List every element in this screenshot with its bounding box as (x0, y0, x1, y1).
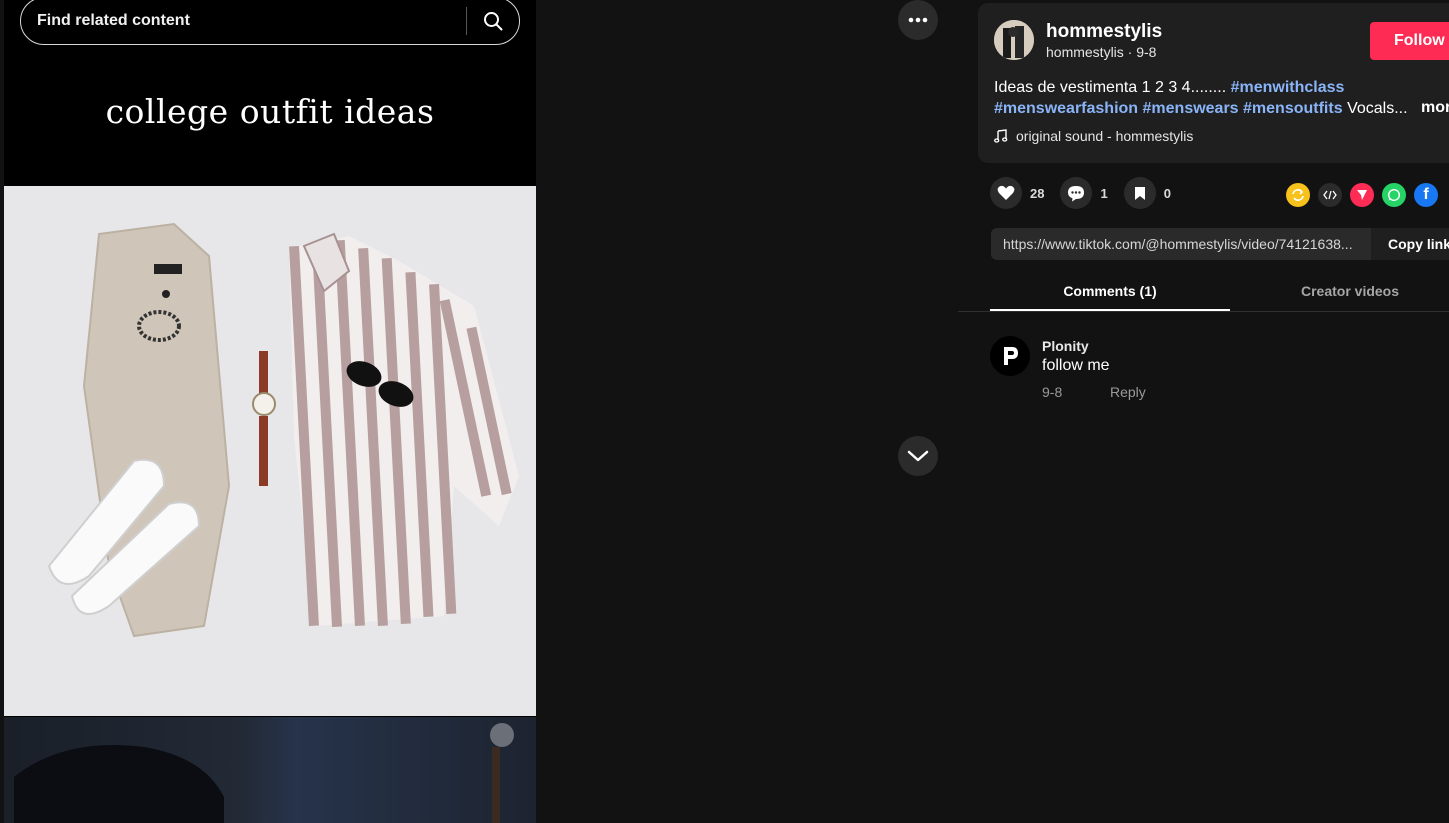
search-input[interactable] (21, 0, 466, 44)
video-info-card: hommestylis hommestylis · 9-8 Follow Ide… (978, 3, 1449, 163)
save-count: 0 (1163, 185, 1171, 201)
tab-comments[interactable]: Comments (1) (990, 272, 1230, 311)
next-video-button[interactable] (898, 436, 938, 476)
video-area: college outfit ideas (0, 0, 958, 823)
embed-icon[interactable] (1318, 183, 1342, 207)
facebook-icon[interactable]: f (1414, 183, 1438, 207)
comment-date: 9-8 (1042, 384, 1063, 400)
bookmark-icon (1134, 186, 1145, 200)
send-glyph (1357, 190, 1367, 200)
side-panel: hommestylis hommestylis · 9-8 Follow Ide… (958, 0, 1449, 823)
share-link-row: https://www.tiktok.com/@hommestylis/vide… (991, 228, 1449, 260)
search-bar (20, 0, 520, 45)
more-options-button[interactable] (898, 0, 938, 40)
comment-count: 1 (1100, 185, 1108, 201)
facebook-glyph: f (1423, 186, 1429, 203)
video-player[interactable]: college outfit ideas (4, 0, 536, 823)
commenter-avatar[interactable] (990, 336, 1030, 376)
follow-button[interactable]: Follow (1370, 22, 1449, 60)
author-name[interactable]: hommestylis (1046, 21, 1162, 43)
video-url[interactable]: https://www.tiktok.com/@hommestylis/vide… (991, 236, 1371, 252)
comment-username[interactable]: Plonity (1042, 338, 1089, 354)
avatar-image (994, 20, 1034, 60)
description-text: Ideas de vestimenta 1 2 3 4........ (994, 79, 1227, 96)
comment-text: follow me (1042, 357, 1110, 374)
save-button[interactable]: 0 (1123, 177, 1171, 209)
whatsapp-icon[interactable] (1382, 183, 1406, 207)
next-video-preview (4, 717, 536, 823)
more-icon (908, 17, 928, 23)
tab-creator-videos[interactable]: Creator videos (1230, 272, 1449, 310)
search-button[interactable] (467, 0, 519, 44)
like-button[interactable]: 28 (990, 177, 1044, 209)
hashtag-link[interactable]: #mensoutfits (1243, 100, 1343, 117)
share-icons: f (1286, 183, 1438, 207)
author-meta: hommestylis · 9-8 (1046, 44, 1157, 60)
outfit-photo (4, 186, 536, 716)
hashtag-link[interactable]: #menswearfashion (994, 100, 1138, 117)
action-bar: 28 1 0 (990, 177, 1187, 209)
comment-circle (1060, 177, 1093, 209)
heart-icon (997, 185, 1015, 200)
whatsapp-glyph (1387, 188, 1401, 202)
reply-button[interactable]: Reply (1110, 384, 1146, 400)
description-trailing: Vocals... (1347, 100, 1408, 117)
author-avatar[interactable] (994, 20, 1034, 60)
like-count: 28 (1030, 185, 1045, 201)
hashtag-link[interactable]: #menswears (1143, 100, 1239, 117)
like-circle (990, 177, 1022, 209)
repost-icon[interactable] (1286, 183, 1310, 207)
sound-label: original sound - hommestylis (1016, 128, 1194, 144)
send-icon[interactable] (1350, 183, 1374, 207)
description-more-button[interactable]: more (1421, 99, 1449, 117)
hashtag-link[interactable]: #menwithclass (1231, 79, 1345, 96)
embed-glyph (1323, 190, 1337, 200)
sound-link[interactable]: original sound - hommestylis (994, 128, 1193, 144)
music-note-icon (994, 129, 1008, 143)
next-video-illustration (14, 723, 514, 823)
chevron-down-icon (907, 450, 929, 462)
outfit-illustration (47, 222, 519, 638)
save-circle (1123, 177, 1156, 209)
panel-tabs: Comments (1) Creator videos (958, 272, 1449, 312)
video-caption: college outfit ideas (105, 92, 435, 131)
copy-link-button[interactable]: Copy link (1371, 228, 1449, 260)
comment-icon (1068, 185, 1085, 201)
repost-glyph (1292, 189, 1304, 201)
search-icon (484, 12, 503, 31)
plonity-logo-icon (1004, 347, 1018, 365)
video-description: Ideas de vestimenta 1 2 3 4........ #men… (994, 77, 1449, 119)
comment-button[interactable]: 1 (1060, 177, 1108, 209)
